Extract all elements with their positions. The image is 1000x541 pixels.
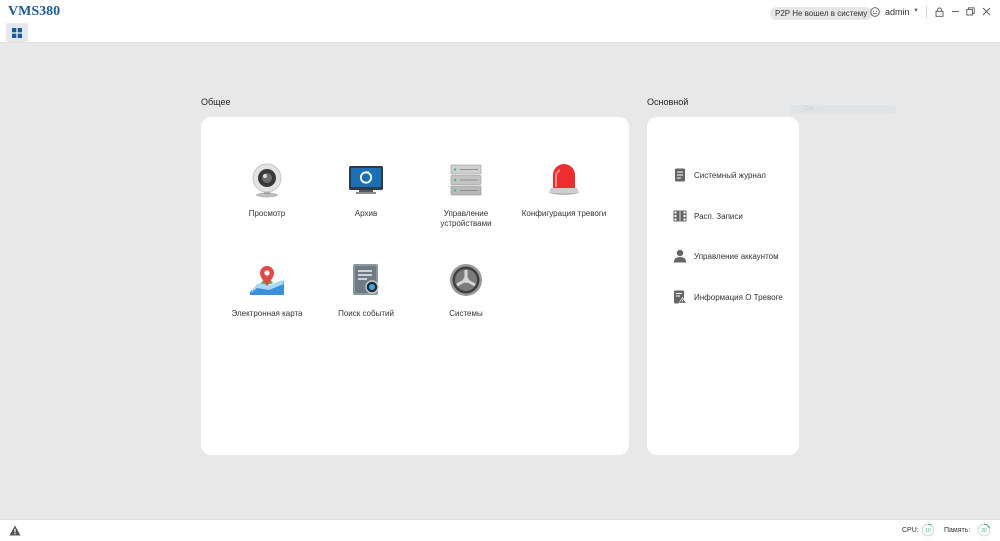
app-title: VMS380 bbox=[8, 4, 61, 19]
minimize-icon bbox=[952, 11, 959, 12]
tile-system[interactable]: Системы bbox=[421, 262, 511, 319]
tile-event-search[interactable]: Поиск событий bbox=[321, 262, 411, 319]
chevron-down-icon[interactable]: ▼ bbox=[913, 8, 919, 14]
menu-item-record-schedule[interactable]: Расп. Записи bbox=[673, 208, 743, 224]
tile-device-management[interactable]: Управление устройствами bbox=[421, 162, 511, 229]
close-button[interactable] bbox=[981, 6, 992, 17]
section-title-main: Основной bbox=[647, 97, 689, 107]
tile-live-view[interactable]: Просмотр bbox=[222, 162, 312, 219]
document-search-icon bbox=[353, 264, 379, 295]
monitor-playback-icon bbox=[349, 166, 383, 194]
tile-alarm-config[interactable]: Конфигурация тревоги bbox=[519, 162, 609, 219]
alarm-info-icon bbox=[674, 290, 687, 304]
server-stack-icon bbox=[450, 164, 482, 196]
lock-button[interactable] bbox=[934, 6, 945, 17]
menu-item-alarm-info[interactable]: Информация О Тревоге bbox=[673, 289, 783, 305]
ghost-tooltip: Сис... bbox=[790, 105, 896, 114]
map-pin-icon bbox=[250, 266, 284, 295]
tile-label: Системы bbox=[449, 309, 483, 318]
username[interactable]: admin bbox=[885, 7, 910, 18]
menu-item-system-log[interactable]: Системный журнал bbox=[673, 167, 766, 183]
main-card: Системный журнал Расп. Записи Управление… bbox=[647, 117, 799, 455]
tile-label: Просмотр bbox=[248, 209, 286, 218]
grid-icon bbox=[12, 27, 22, 38]
person-icon bbox=[673, 249, 687, 263]
tile-label: Электронная карта bbox=[231, 309, 303, 318]
tile-label: Управление устройствами bbox=[440, 209, 492, 228]
menu-item-label: Информация О Тревоге bbox=[694, 292, 783, 302]
memory-gauge: 20 bbox=[977, 523, 991, 537]
p2p-status-badge[interactable]: P2P Не вошел в систему bbox=[770, 7, 873, 20]
restore-button[interactable] bbox=[965, 6, 976, 17]
menu-item-account-management[interactable]: Управление аккаунтом bbox=[673, 248, 779, 264]
menu-item-label: Управление аккаунтом bbox=[694, 251, 779, 261]
cpu-label: CPU: bbox=[902, 527, 919, 534]
menu-item-label: Системный журнал bbox=[694, 170, 766, 180]
title-bar: VMS380 P2P Не вошел в систему admin ▼ bbox=[0, 0, 1000, 43]
log-document-icon bbox=[675, 168, 685, 182]
status-bar: CPU: 10 Память: 20 bbox=[0, 519, 1000, 541]
tile-label: Архив bbox=[354, 209, 378, 218]
close-icon bbox=[982, 7, 991, 16]
section-title-general: Общее bbox=[201, 97, 231, 107]
lock-icon bbox=[935, 6, 944, 17]
restore-icon bbox=[966, 7, 975, 16]
menu-item-label: Расп. Записи bbox=[694, 211, 743, 221]
tile-label: Поиск событий bbox=[338, 309, 394, 318]
memory-value: 20 bbox=[981, 528, 987, 534]
webcam-icon bbox=[252, 163, 282, 198]
alarm-siren-icon bbox=[549, 164, 579, 195]
user-circle-icon[interactable] bbox=[870, 7, 880, 17]
cpu-value: 10 bbox=[925, 528, 931, 534]
tile-archive[interactable]: Архив bbox=[321, 162, 411, 219]
gear-icon bbox=[450, 264, 482, 296]
minimize-button[interactable] bbox=[950, 6, 961, 17]
memory-label: Память: bbox=[944, 527, 971, 534]
divider bbox=[926, 6, 927, 18]
general-card: Просмотр Архив Управление устройствами К… bbox=[201, 117, 629, 455]
tab-home[interactable] bbox=[6, 23, 28, 42]
cpu-gauge: 10 bbox=[921, 523, 935, 537]
film-schedule-icon bbox=[673, 210, 687, 222]
warning-icon[interactable] bbox=[9, 525, 21, 536]
tile-emap[interactable]: Электронная карта bbox=[222, 262, 312, 319]
tile-label: Конфигурация тревоги bbox=[521, 209, 607, 218]
